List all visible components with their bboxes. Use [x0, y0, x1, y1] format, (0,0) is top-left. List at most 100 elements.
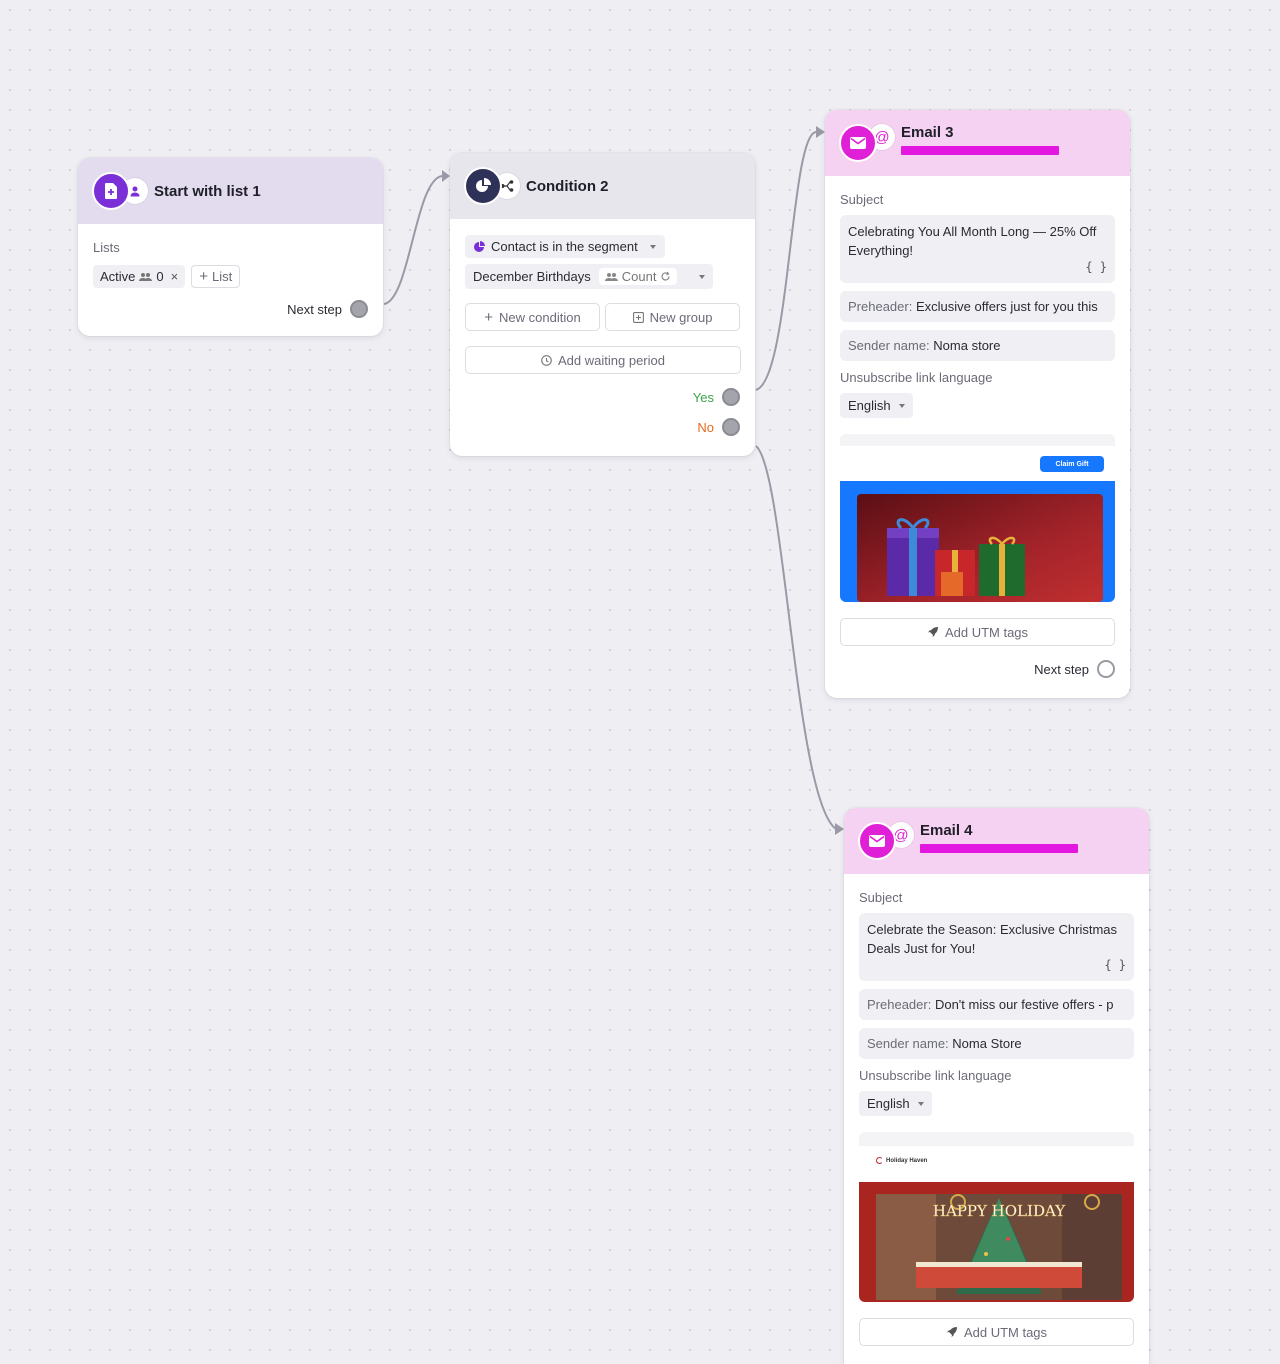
unsubscribe-language-label: Unsubscribe link language — [859, 1068, 1012, 1083]
email-3-node[interactable]: @ Email 3 Subject Celebrating You All Mo… — [825, 110, 1130, 698]
email-4-node[interactable]: @ Email 4 Subject Celebrate the Season: … — [844, 808, 1149, 1364]
condition-node[interactable]: Condition 2 Contact is in the segment De… — [450, 153, 755, 456]
subject-text: Celebrating You All Month Long — 25% Off… — [848, 224, 1097, 258]
preview-banner-text: HAPPY HOLIDAY — [933, 1202, 1066, 1220]
subject-text: Celebrate the Season: Exclusive Christma… — [867, 922, 1118, 956]
preheader-text: Exclusive offers just for you this — [915, 299, 1098, 314]
preview-brand: Holiday Haven — [876, 1157, 927, 1164]
condition-rule-label: Contact is in the segment — [491, 239, 638, 254]
condition-node-header[interactable]: Condition 2 — [450, 153, 755, 219]
email-3-next-step-label: Next step — [1034, 661, 1089, 677]
subject-label: Subject — [859, 890, 903, 905]
condition-badge — [464, 167, 502, 205]
preview-hero: HAPPY HOLIDAY — [859, 1182, 1134, 1302]
add-utm-tags-label: Add UTM tags — [944, 624, 1029, 640]
start-next-step-label: Next step — [287, 301, 342, 317]
new-condition-label: New condition — [499, 309, 581, 325]
personalization-icon[interactable]: { } — [1104, 956, 1126, 975]
language-select[interactable]: English — [859, 1091, 932, 1116]
start-node[interactable]: Start with list 1 Lists Active 0 × + Lis… — [78, 158, 383, 336]
no-branch-label: No — [697, 419, 714, 435]
plus-icon: + — [484, 308, 494, 326]
add-utm-tags-button[interactable]: Add UTM tags — [859, 1318, 1134, 1346]
add-group-icon — [632, 311, 644, 323]
email-4-preview[interactable]: Holiday Haven HAPPY HOLIDAY — [859, 1132, 1134, 1302]
edge-yes-to-email3 — [755, 131, 817, 391]
yes-branch-port[interactable] — [722, 388, 740, 406]
sender-name-field[interactable]: Sender name: Noma store — [840, 330, 1115, 361]
preheader-field[interactable]: Preheader: Don't miss our festive offers… — [859, 989, 1134, 1020]
list-chip-remove-icon[interactable]: × — [171, 269, 179, 284]
preview-header — [859, 1146, 1134, 1182]
pie-chart-icon — [476, 178, 491, 192]
condition-node-title: Condition 2 — [526, 177, 609, 195]
users-icon — [604, 272, 618, 281]
email-3-preview[interactable]: Claim Gift — [840, 434, 1115, 602]
preheader-text: Don't miss our festive offers - p — [934, 997, 1114, 1012]
start-node-header[interactable]: Start with list 1 — [78, 158, 383, 224]
add-waiting-period-button[interactable]: Add waiting period — [465, 346, 741, 374]
chevron-down-icon — [917, 1101, 924, 1106]
personalization-icon[interactable]: { } — [1085, 258, 1107, 277]
list-chip-count: 0 — [156, 269, 164, 284]
email-3-title: Email 3 — [901, 124, 954, 141]
add-list-label: List — [212, 269, 233, 284]
subject-field[interactable]: Celebrate the Season: Exclusive Christma… — [859, 913, 1134, 981]
chevron-down-icon — [699, 274, 705, 279]
list-chip-name: Active — [100, 269, 136, 284]
language-select[interactable]: English — [840, 393, 913, 418]
add-utm-tags-label: Add UTM tags — [963, 1324, 1048, 1340]
sender-name-text: Noma store — [933, 338, 1001, 353]
rocket-icon — [946, 1327, 957, 1337]
lists-label: Lists — [93, 240, 120, 255]
envelope-icon — [850, 137, 866, 149]
yes-branch-label: Yes — [692, 389, 714, 405]
email-4-header[interactable]: @ Email 4 — [844, 808, 1149, 874]
rocket-icon — [927, 627, 938, 637]
list-chip-active[interactable]: Active 0 × — [93, 265, 186, 288]
preview-claim-gift-button: Claim Gift — [1040, 456, 1104, 472]
plus-icon: + — [199, 268, 208, 285]
language-value: English — [867, 1096, 910, 1111]
segment-icon — [474, 241, 485, 252]
list-start-icon — [105, 183, 117, 199]
holiday-tree-image: HAPPY HOLIDAY — [876, 1194, 1122, 1300]
subject-field[interactable]: Celebrating You All Month Long — 25% Off… — [840, 215, 1115, 283]
segment-select[interactable]: December Birthdays Count — [465, 264, 713, 289]
email-3-next-step-port[interactable] — [1097, 660, 1115, 678]
sender-name-text: Noma Store — [952, 1036, 1022, 1051]
segment-count-chip[interactable]: Count — [598, 268, 678, 285]
arrow-head-email4 — [835, 823, 844, 835]
email-badge — [839, 124, 877, 162]
edge-no-to-email4 — [755, 445, 837, 830]
new-condition-button[interactable]: + New condition — [465, 303, 600, 331]
condition-rule-select[interactable]: Contact is in the segment — [465, 235, 665, 258]
add-list-button[interactable]: + List — [191, 265, 241, 288]
email-3-header[interactable]: @ Email 3 — [825, 110, 1130, 176]
new-group-button[interactable]: New group — [605, 303, 740, 331]
edge-start-to-condition — [383, 175, 443, 305]
add-utm-tags-button[interactable]: Add UTM tags — [840, 618, 1115, 646]
sender-name-key: Sender name: — [848, 338, 930, 353]
subject-label: Subject — [840, 192, 884, 207]
clock-icon — [541, 354, 552, 366]
sender-name-key: Sender name: — [867, 1036, 949, 1051]
start-badge — [92, 172, 130, 210]
chevron-down-icon — [898, 403, 905, 408]
preheader-key: Preheader: — [848, 299, 913, 314]
sender-name-field[interactable]: Sender name: Noma Store — [859, 1028, 1134, 1059]
email-badge — [858, 822, 896, 860]
brand-logo-icon — [876, 1157, 883, 1164]
segment-name: December Birthdays — [473, 269, 591, 284]
arrow-head-email3 — [816, 126, 825, 138]
preview-brand-name: Holiday Haven — [886, 1157, 928, 1164]
new-group-label: New group — [649, 309, 713, 325]
add-waiting-period-label: Add waiting period — [558, 352, 665, 368]
no-branch-port[interactable] — [722, 418, 740, 436]
start-next-step-port[interactable] — [350, 300, 368, 318]
chevron-down-icon — [649, 244, 656, 249]
sender-email-redacted — [920, 844, 1078, 853]
preheader-field[interactable]: Preheader: Exclusive offers just for you… — [840, 291, 1115, 322]
refresh-icon[interactable] — [660, 271, 671, 282]
start-node-title: Start with list 1 — [154, 182, 261, 200]
